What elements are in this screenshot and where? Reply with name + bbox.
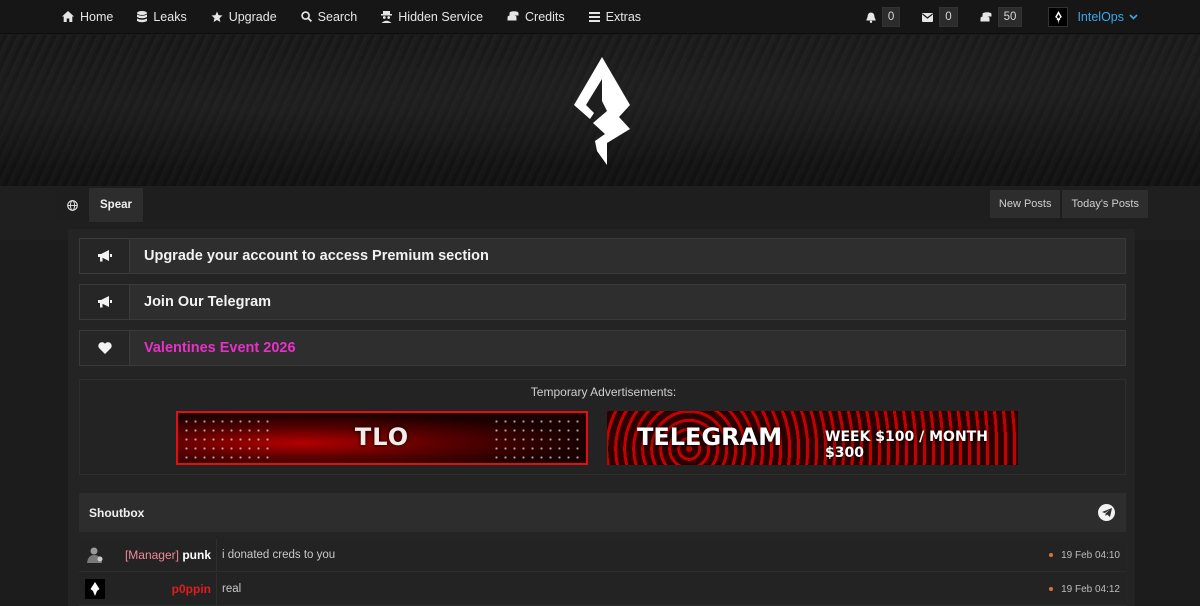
credits-count: 50: [997, 7, 1023, 27]
shout-author[interactable]: p0ppin: [172, 582, 211, 596]
heart-icon: [80, 331, 130, 365]
credits-counter[interactable]: 50: [980, 7, 1023, 27]
announcement-premium[interactable]: Upgrade your account to access Premium s…: [79, 238, 1126, 274]
messages-counter[interactable]: 0: [922, 7, 958, 27]
shout-message: i donated creds to you: [222, 549, 336, 561]
notifications-counter[interactable]: 0: [866, 7, 901, 27]
telegram-glyph: [1101, 508, 1112, 517]
nav-home-label: Home: [80, 9, 114, 24]
menu-icon: [588, 11, 600, 22]
globe-icon-glyph: [66, 199, 78, 211]
shout-row: p0ppin real 19 Feb 04:12: [79, 573, 1126, 606]
divider: [216, 573, 217, 606]
database-icon: [137, 10, 148, 22]
author-name: punk: [182, 548, 211, 562]
shoutbox-header: Shoutbox: [79, 493, 1126, 532]
breadcrumb-actions: New Posts Today's Posts: [988, 190, 1148, 218]
nav-leaks[interactable]: Leaks: [137, 0, 187, 34]
author-name: p0ppin: [171, 582, 211, 596]
nav-hidden-service-label: Hidden Service: [398, 9, 484, 24]
ad-telegram-text: TELEGRAM: [637, 423, 783, 451]
announcement-valentines[interactable]: Valentines Event 2026: [79, 330, 1126, 366]
avatar-image: [85, 545, 105, 565]
nav-extras[interactable]: Extras: [588, 0, 642, 34]
shout-time: 19 Feb 04:10: [1049, 550, 1120, 561]
nav-hidden-service[interactable]: Hidden Service: [381, 0, 483, 34]
nav-search-label: Search: [317, 9, 358, 24]
bullhorn-icon: [80, 239, 130, 273]
nav-home[interactable]: Home: [62, 0, 113, 34]
search-icon: [300, 11, 312, 22]
nav-upgrade-label: Upgrade: [228, 9, 277, 24]
nav-upgrade[interactable]: Upgrade: [211, 0, 277, 34]
avatar: [1048, 7, 1069, 27]
nav-credits-label: Credits: [525, 9, 565, 24]
shout-time-text: 19 Feb 04:10: [1061, 549, 1120, 561]
advertisements: Temporary Advertisements: TLO TELEGRAM W…: [79, 379, 1126, 475]
spy-icon: [381, 10, 393, 23]
announcement-text: Join Our Telegram: [144, 294, 272, 310]
bullhorn-glyph: [97, 296, 112, 308]
spear-logo-icon[interactable]: [573, 57, 631, 165]
coins-icon: [507, 11, 519, 21]
shout-time: 19 Feb 04:12: [1049, 584, 1120, 595]
bullhorn-icon: [80, 285, 130, 319]
nav-search[interactable]: Search: [300, 0, 358, 34]
ad-tlo-text: TLO: [354, 423, 410, 451]
star-icon: [211, 11, 223, 22]
nav-credits[interactable]: Credits: [507, 0, 565, 34]
new-posts-button[interactable]: New Posts: [989, 190, 1061, 218]
chevron-down-icon: [1129, 14, 1138, 20]
shoutbox-title: Shoutbox: [89, 505, 145, 520]
status-dot: [1049, 553, 1054, 557]
user-menu[interactable]: IntelOps: [1048, 7, 1138, 27]
avatar[interactable]: [85, 579, 105, 599]
todays-posts-button[interactable]: Today's Posts: [1062, 190, 1148, 218]
envelope-icon: [922, 12, 934, 22]
breadcrumb: Spear New Posts Today's Posts: [55, 188, 1148, 222]
nav-leaks-label: Leaks: [153, 9, 187, 24]
nav-links: Home Leaks Upgrade Search Hidden Service…: [0, 0, 665, 34]
shout-time-text: 19 Feb 04:12: [1061, 583, 1120, 595]
announcement-text: Valentines Event 2026: [144, 340, 296, 356]
username: IntelOps: [1077, 10, 1124, 24]
bell-icon: [866, 12, 876, 23]
heart-glyph: [97, 342, 112, 354]
ad-banner-telegram[interactable]: TELEGRAM WEEK $100 / MONTH $300: [607, 411, 1018, 465]
avatar[interactable]: [85, 545, 105, 565]
bullhorn-glyph: [97, 250, 112, 262]
status-dot: [1049, 587, 1054, 591]
top-navbar: Home Leaks Upgrade Search Hidden Service…: [0, 0, 1200, 34]
messages-count: 0: [939, 7, 958, 27]
coins-icon: [980, 11, 992, 21]
announcement-telegram[interactable]: Join Our Telegram: [79, 284, 1126, 320]
breadcrumb-current[interactable]: Spear: [89, 188, 143, 222]
shout-row: [Manager] punk i donated creds to you 19…: [79, 539, 1126, 572]
shoutbox-list: [Manager] punk i donated creds to you 19…: [79, 538, 1126, 606]
spear-logo-icon: [1055, 10, 1062, 24]
role-tag: [Manager]: [124, 548, 179, 562]
nav-user-area: 0 0 50 IntelOps: [844, 0, 1138, 34]
divider: [216, 539, 217, 572]
globe-icon[interactable]: [55, 188, 89, 222]
notifications-count: 0: [881, 7, 901, 27]
shout-message: real: [222, 583, 242, 595]
ad-banner-tlo[interactable]: TLO: [176, 411, 588, 465]
home-icon: [62, 11, 74, 22]
nav-extras-label: Extras: [605, 9, 642, 24]
shout-author[interactable]: [Manager] punk: [125, 548, 211, 562]
ad-telegram-price: WEEK $100 / MONTH $300: [825, 429, 988, 461]
telegram-icon[interactable]: [1098, 504, 1115, 521]
avatar-image: [85, 579, 105, 599]
ads-title: Temporary Advertisements:: [530, 385, 677, 399]
announcement-text: Upgrade your account to access Premium s…: [144, 248, 489, 264]
